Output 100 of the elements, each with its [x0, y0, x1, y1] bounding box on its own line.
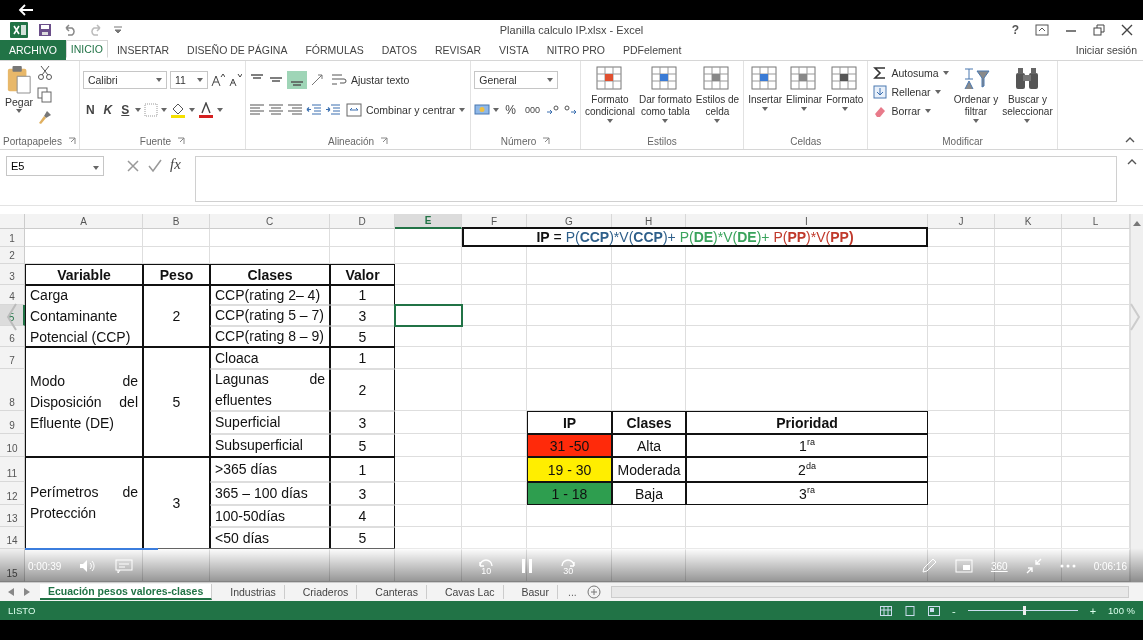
- close-icon[interactable]: [1121, 24, 1133, 36]
- expand-caret-icon[interactable]: [1127, 159, 1137, 165]
- ribbon-button[interactable]: Eliminar: [785, 63, 824, 113]
- name-box[interactable]: E5: [6, 156, 104, 176]
- volume-icon[interactable]: [79, 559, 98, 573]
- more-sheets-button[interactable]: ...: [567, 586, 577, 598]
- row-header[interactable]: 14: [0, 527, 25, 549]
- row-header[interactable]: 8: [0, 369, 25, 411]
- ribbon-button[interactable]: Formato: [825, 63, 865, 113]
- tab-scroll-right-icon[interactable]: [24, 588, 30, 596]
- dialog-launcher-icon[interactable]: [67, 137, 76, 145]
- previous-chevron-icon[interactable]: [6, 302, 18, 332]
- help-button[interactable]: ?: [1011, 23, 1019, 37]
- ribbon-tab[interactable]: DATOS: [372, 40, 426, 60]
- ribbon-tab[interactable]: REVISAR: [425, 40, 491, 60]
- ribbon-tab[interactable]: INSERTAR: [107, 40, 179, 60]
- copy-icon[interactable]: [37, 87, 54, 103]
- check-icon[interactable]: [148, 159, 162, 173]
- pencil-icon[interactable]: [920, 558, 937, 574]
- insert-function-button[interactable]: fx: [170, 156, 181, 173]
- redo-icon[interactable]: [88, 24, 104, 36]
- align-center-icon[interactable]: [267, 103, 284, 117]
- ribbon-tab[interactable]: PDFelement: [614, 40, 691, 60]
- ribbon-button[interactable]: Formato condicional: [583, 63, 636, 125]
- grow-font-icon[interactable]: [210, 73, 225, 87]
- sheet-tab[interactable]: Canteras: [367, 585, 427, 599]
- font-name-dropdown[interactable]: Calibri: [82, 71, 167, 89]
- column-header[interactable]: B: [143, 214, 210, 229]
- paste-button[interactable]: Pegar: [3, 63, 36, 115]
- row-header[interactable]: 15: [0, 549, 25, 582]
- zoom-in-button[interactable]: +: [1089, 604, 1097, 617]
- captions-icon[interactable]: [115, 559, 134, 573]
- thousands-button[interactable]: 000: [521, 105, 543, 115]
- column-header[interactable]: A: [25, 214, 143, 229]
- sheet-tab[interactable]: Ecuación pesos valores-clases: [40, 584, 213, 600]
- row-header[interactable]: 11: [0, 457, 25, 482]
- more-icon[interactable]: [1059, 564, 1076, 568]
- column-header[interactable]: J: [928, 214, 995, 229]
- row-header[interactable]: 2: [0, 247, 25, 264]
- collapse-ribbon-icon[interactable]: [1125, 137, 1135, 143]
- italic-button[interactable]: K: [100, 103, 116, 117]
- horizontal-scrollbar[interactable]: [610, 586, 1129, 598]
- column-header[interactable]: L: [1062, 214, 1130, 229]
- scroll-up-icon[interactable]: [1133, 220, 1141, 226]
- row-header[interactable]: 6: [0, 326, 25, 347]
- page-layout-icon[interactable]: [903, 605, 916, 616]
- row-header[interactable]: 9: [0, 411, 25, 434]
- merge-center-button[interactable]: Combinar y centrar: [343, 102, 468, 118]
- align-bottom-icon[interactable]: [286, 71, 307, 89]
- number-format-dropdown[interactable]: General: [474, 71, 559, 89]
- customize-icon[interactable]: [114, 26, 122, 34]
- sheet-tab[interactable]: Industrias: [222, 585, 285, 599]
- row-header[interactable]: 13: [0, 505, 25, 527]
- picture-in-picture-icon[interactable]: [954, 559, 973, 573]
- underline-button[interactable]: S: [118, 103, 133, 117]
- font-size-dropdown[interactable]: 11: [169, 71, 208, 89]
- sign-in-link[interactable]: Iniciar sesión: [1075, 40, 1143, 60]
- sheet-tab[interactable]: Cavas Lac: [436, 585, 504, 599]
- column-header[interactable]: C: [210, 214, 330, 229]
- dialog-launcher-icon[interactable]: [380, 137, 389, 145]
- normal-view-icon[interactable]: [879, 605, 892, 616]
- column-header[interactable]: D: [330, 214, 395, 229]
- restore-icon[interactable]: [1093, 24, 1105, 36]
- row-header[interactable]: 7: [0, 347, 25, 369]
- add-sheet-icon[interactable]: [586, 585, 601, 599]
- orientation-icon[interactable]: [309, 73, 326, 87]
- tab-scroll-left-icon[interactable]: [8, 588, 14, 596]
- ribbon-button[interactable]: Ordenar y filtrar: [952, 63, 1000, 125]
- increase-indent-icon[interactable]: [324, 103, 341, 117]
- undo-icon[interactable]: [62, 24, 78, 36]
- back-arrow-icon[interactable]: [18, 3, 34, 17]
- vertical-scrollbar[interactable]: [1130, 214, 1143, 582]
- ribbon-tab[interactable]: DISEÑO DE PÁGINA: [178, 40, 297, 60]
- row-header[interactable]: 1: [0, 229, 25, 247]
- dialog-launcher-icon[interactable]: [542, 137, 551, 145]
- formula-input[interactable]: [194, 156, 1117, 202]
- zoom-out-button[interactable]: -: [951, 604, 956, 617]
- brush-icon[interactable]: [37, 109, 54, 125]
- dialog-launcher-icon[interactable]: [177, 137, 185, 145]
- align-right-icon[interactable]: [286, 103, 303, 117]
- sheet-tab[interactable]: Criaderos: [294, 585, 358, 599]
- ribbon-tab[interactable]: VISTA: [490, 40, 538, 60]
- increase-decimal-icon[interactable]: [545, 104, 560, 116]
- ribbon-tab[interactable]: NITRO PRO: [537, 40, 614, 60]
- fill-color-icon[interactable]: [170, 102, 187, 118]
- ribbon-button[interactable]: Rellenar: [871, 84, 943, 100]
- file-tab[interactable]: ARCHIVO: [0, 40, 66, 60]
- bold-button[interactable]: N: [82, 103, 98, 117]
- shrink-font-icon[interactable]: [227, 73, 242, 87]
- ribbon-button[interactable]: Insertar: [747, 63, 784, 113]
- decrease-indent-icon[interactable]: [305, 103, 322, 117]
- ribbon-display-icon[interactable]: [1035, 24, 1049, 36]
- ribbon-button[interactable]: Estilos de celda: [694, 63, 741, 125]
- currency-icon[interactable]: [474, 103, 491, 117]
- font-color-icon[interactable]: [198, 102, 215, 118]
- cancel-icon[interactable]: [126, 159, 140, 173]
- row-header[interactable]: 3: [0, 264, 25, 285]
- page-break-icon[interactable]: [927, 605, 940, 616]
- decrease-decimal-icon[interactable]: [562, 104, 577, 116]
- sheet-tab[interactable]: Basur: [513, 585, 558, 599]
